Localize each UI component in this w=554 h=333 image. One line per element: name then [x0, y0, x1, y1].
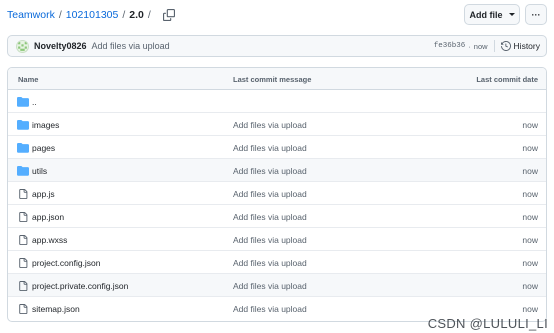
table-row[interactable]: app.json Add files via upload now — [8, 205, 546, 228]
header-actions: Add file ··· — [464, 4, 547, 25]
row-commit-message[interactable]: Add files via upload — [233, 143, 307, 153]
file-name-link[interactable]: app.js — [32, 189, 55, 199]
file-icon — [18, 188, 30, 199]
column-header-date: Last commit date — [476, 75, 538, 84]
file-rows: images Add files via upload now pages Add fi… — [8, 113, 546, 320]
file-icon — [18, 303, 30, 314]
breadcrumb-separator: / — [147, 9, 151, 21]
breadcrumb-repo-link[interactable]: Teamwork — [7, 9, 55, 21]
breadcrumb-separator: / — [122, 9, 126, 21]
row-commit-date: now — [522, 304, 538, 314]
row-commit-date: now — [522, 212, 538, 222]
file-icon — [18, 234, 30, 245]
row-commit-date: now — [522, 258, 538, 268]
table-row[interactable]: app.wxss Add files via upload now — [8, 228, 546, 251]
folder-icon — [17, 96, 29, 107]
row-commit-message[interactable]: Add files via upload — [233, 281, 307, 291]
folder-name-link[interactable]: utils — [32, 166, 47, 176]
file-name-link[interactable]: project.private.config.json — [32, 281, 128, 291]
row-commit-date: now — [522, 235, 538, 245]
breadcrumb: Teamwork / 102101305 / 2.0 / — [7, 9, 175, 21]
row-commit-message[interactable]: Add files via upload — [233, 212, 307, 222]
file-icon — [18, 280, 30, 291]
table-row[interactable]: project.config.json Add files via upload n… — [8, 251, 546, 274]
table-header: Name Last commit message Last commit dat… — [8, 68, 546, 90]
commit-sha[interactable]: fe36b36 — [434, 42, 466, 50]
kebab-horizontal-icon: ··· — [531, 9, 541, 20]
file-name-link[interactable]: app.json — [32, 212, 64, 222]
copy-icon[interactable] — [162, 9, 175, 21]
row-commit-message[interactable]: Add files via upload — [233, 120, 307, 130]
commit-author[interactable]: Novelty0826 — [34, 41, 87, 51]
file-table: Name Last commit message Last commit dat… — [7, 67, 547, 322]
file-name-link[interactable]: sitemap.json — [32, 304, 80, 314]
folder-name-link[interactable]: images — [32, 120, 59, 130]
commit-time: now — [473, 41, 488, 51]
row-commit-date: now — [522, 281, 538, 291]
history-label: History — [513, 41, 540, 51]
row-commit-date: now — [522, 143, 538, 153]
column-header-message: Last commit message — [233, 75, 312, 84]
row-commit-message[interactable]: Add files via upload — [233, 235, 307, 245]
table-row[interactable]: project.private.config.json Add files via… — [8, 274, 546, 297]
folder-icon — [17, 119, 29, 130]
caret-down-icon — [508, 13, 515, 16]
add-file-label: Add file — [469, 9, 503, 20]
row-commit-message[interactable]: Add files via upload — [233, 166, 307, 176]
add-file-button[interactable]: Add file — [464, 4, 520, 25]
breadcrumb-current: 2.0 — [129, 9, 144, 21]
row-commit-message[interactable]: Add files via upload — [233, 258, 307, 268]
folder-name-link[interactable]: pages — [32, 143, 55, 153]
watermark: CSDN @LULULI_LI — [427, 316, 548, 331]
breadcrumb-separator: / — [58, 9, 62, 21]
more-options-button[interactable]: ··· — [525, 4, 547, 25]
table-row[interactable]: pages Add files via upload now — [8, 136, 546, 159]
file-name-link[interactable]: project.config.json — [32, 258, 101, 268]
file-icon — [18, 257, 30, 268]
latest-commit-bar: Novelty0826 Add files via upload fe36b36… — [7, 35, 547, 57]
commit-meta: fe36b36 · now History — [434, 36, 540, 56]
row-commit-date: now — [522, 120, 538, 130]
row-commit-date: now — [522, 166, 538, 176]
file-icon — [18, 211, 30, 222]
table-row[interactable]: images Add files via upload now — [8, 113, 546, 136]
commit-meta-separator: · — [468, 41, 471, 51]
parent-directory-row[interactable]: .. — [8, 90, 546, 113]
file-name-link[interactable]: app.wxss — [32, 235, 67, 245]
row-commit-message[interactable]: Add files via upload — [233, 189, 307, 199]
history-button[interactable]: History — [500, 41, 540, 51]
divider — [493, 40, 495, 52]
row-commit-date: now — [522, 189, 538, 199]
parent-directory-link[interactable]: .. — [32, 97, 37, 107]
avatar[interactable] — [16, 39, 29, 53]
row-commit-message[interactable]: Add files via upload — [233, 304, 307, 314]
column-header-name: Name — [18, 75, 39, 84]
folder-icon — [17, 165, 29, 176]
history-icon — [500, 41, 511, 51]
breadcrumb-folder-link[interactable]: 102101305 — [66, 9, 119, 21]
top-bar: Teamwork / 102101305 / 2.0 / Add file ··… — [0, 0, 554, 30]
commit-message[interactable]: Add files via upload — [92, 41, 170, 51]
table-row[interactable]: app.js Add files via upload now — [8, 182, 546, 205]
table-row[interactable]: utils Add files via upload now — [8, 159, 546, 182]
folder-icon — [17, 142, 29, 153]
